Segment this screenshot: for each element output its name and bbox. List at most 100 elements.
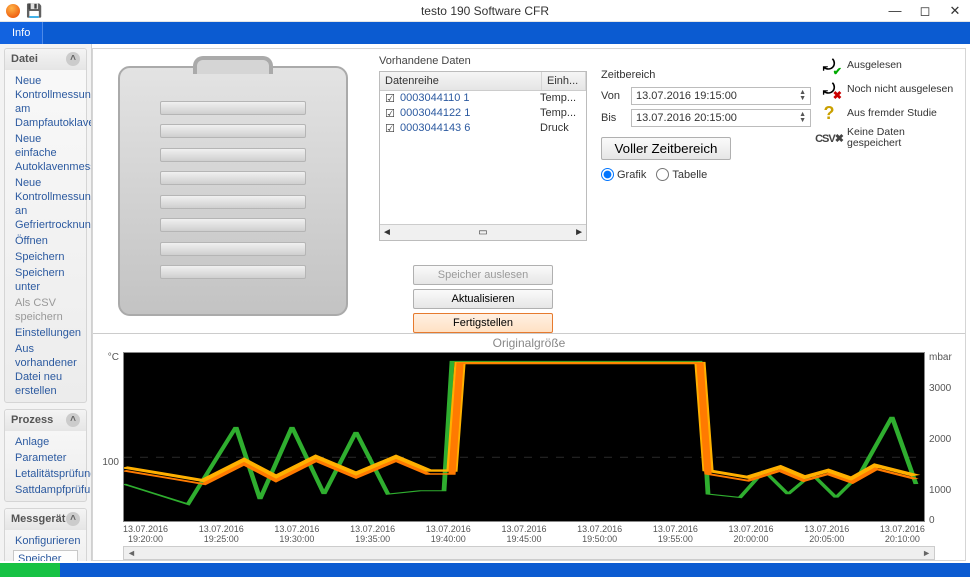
status-legend: ⤾Ausgelesen ⤾Noch nicht ausgelesen ?Aus …: [817, 55, 957, 333]
y-right-tick: 2000: [929, 434, 951, 445]
x-tick: 13.07.2016 19:25:00: [199, 524, 244, 544]
checkbox-icon[interactable]: ☑: [382, 107, 398, 120]
sidebar-item[interactable]: Als CSV speichern: [5, 295, 86, 325]
sidebar-item[interactable]: Einstellungen: [5, 325, 86, 341]
collapse-icon[interactable]: ˄: [66, 512, 80, 526]
x-tick: 13.07.2016 20:05:00: [804, 524, 849, 544]
sidebar-item[interactable]: Neue Kontrollmessung am Dampfautoklaven: [5, 73, 86, 131]
sidebar-item[interactable]: Parameter: [5, 450, 86, 466]
legend-nodata: Keine Daten gespeichert: [847, 127, 957, 149]
panel-datei-header[interactable]: Datei ˄: [5, 49, 86, 70]
from-value: 13.07.2016 19:15:00: [636, 90, 737, 102]
read-memory-button[interactable]: Speicher auslesen: [413, 265, 553, 285]
y-axis-right: mbar 3000 2000 1000 0: [925, 352, 963, 522]
sidebar-item[interactable]: Konfigurieren: [5, 533, 86, 549]
update-button[interactable]: Aktualisieren: [413, 289, 553, 309]
finish-button[interactable]: Fertigstellen: [413, 313, 553, 333]
collapse-icon[interactable]: ˄: [66, 413, 80, 427]
legend-read: Ausgelesen: [847, 60, 902, 71]
chart-plot[interactable]: [123, 352, 925, 522]
sidebar: Datei ˄ Neue Kontrollmessung am Dampfaut…: [0, 44, 92, 561]
sidebar-item[interactable]: Neue einfache Autoklavenmessung: [5, 131, 86, 175]
panel-messgeraet-header[interactable]: Messgerät ˄: [5, 509, 86, 530]
device-case-image: [93, 49, 373, 333]
radio-tabelle-input[interactable]: [656, 168, 669, 181]
collapse-icon[interactable]: ˄: [66, 52, 80, 66]
tab-info[interactable]: Info: [0, 22, 43, 44]
sidebar-item[interactable]: Letalitätsprüfung: [5, 466, 86, 482]
to-label: Bis: [601, 112, 625, 124]
full-range-button[interactable]: Voller Zeitbereich: [601, 137, 731, 160]
x-tick: 13.07.2016 19:30:00: [274, 524, 319, 544]
y-right-tick: 3000: [929, 383, 951, 394]
x-tick: 13.07.2016 19:50:00: [577, 524, 622, 544]
app-title: testo 190 Software CFR: [0, 4, 970, 18]
x-tick: 13.07.2016 19:35:00: [350, 524, 395, 544]
sidebar-item[interactable]: Sattdampfprüfung: [5, 482, 86, 498]
timerange-header: Zeitbereich: [601, 69, 811, 81]
legend-foreign: Aus fremder Studie: [847, 108, 937, 119]
data-grid[interactable]: Datenreihe Einh... ☑0003044110 1Temp...☑…: [379, 71, 587, 241]
content: Vorhandene Daten Datenreihe Einh... ☑000…: [92, 48, 966, 561]
serial-number: 0003044110 1: [398, 92, 540, 105]
table-row[interactable]: ☑0003044110 1Temp...: [380, 91, 586, 106]
statusbar: [0, 563, 970, 577]
panel-datei: Datei ˄ Neue Kontrollmessung am Dampfaut…: [4, 48, 87, 403]
checkbox-icon[interactable]: ☑: [382, 122, 398, 135]
x-tick: 13.07.2016 19:20:00: [123, 524, 168, 544]
panel-prozess-title: Prozess: [11, 414, 53, 426]
y-right-tick: 0: [929, 515, 935, 526]
sidebar-item[interactable]: Speicher auslesen: [13, 550, 78, 561]
serial-number: 0003044143 6: [398, 122, 540, 135]
progress-bar: [0, 563, 60, 577]
sidebar-item[interactable]: Neue Kontrollmessung an Gefriertrocknung…: [5, 175, 86, 233]
from-label: Von: [601, 90, 625, 102]
x-tick: 13.07.2016 20:10:00: [880, 524, 925, 544]
radio-grafik-input[interactable]: [601, 168, 614, 181]
panel-prozess: Prozess ˄ AnlageParameterLetalitätsprüfu…: [4, 409, 87, 502]
grid-hscroll[interactable]: ◄▭►: [380, 224, 586, 240]
sidebar-item[interactable]: Speichern: [5, 249, 86, 265]
serial-number: 0003044122 1: [398, 107, 540, 120]
x-tick: 13.07.2016 20:00:00: [729, 524, 774, 544]
spinner-icon[interactable]: ▲▼: [799, 90, 806, 102]
save-icon[interactable]: 💾: [26, 3, 42, 19]
spinner-icon[interactable]: ▲▼: [799, 112, 806, 124]
app-logo-icon: [6, 4, 20, 18]
y-right-unit: mbar: [929, 352, 952, 363]
table-row[interactable]: ☑0003044143 6Druck: [380, 121, 586, 136]
chart-hscroll[interactable]: ◄►: [123, 546, 935, 560]
legend-notread: Noch nicht ausgelesen: [847, 84, 953, 95]
minimize-button[interactable]: —: [880, 3, 910, 19]
from-datetime-input[interactable]: 13.07.2016 19:15:00 ▲▼: [631, 87, 811, 105]
to-value: 13.07.2016 20:15:00: [636, 112, 737, 124]
y-axis-left: °C 100: [95, 352, 123, 522]
maximize-button[interactable]: ◻: [910, 3, 940, 19]
data-section-header: Vorhandene Daten: [379, 55, 587, 67]
y-right-tick: 1000: [929, 485, 951, 496]
col-datenreihe[interactable]: Datenreihe: [380, 72, 542, 90]
panel-messgeraet: Messgerät ˄ KonfigurierenSpeicher ausles…: [4, 508, 87, 561]
checkbox-icon[interactable]: ☑: [382, 92, 398, 105]
close-button[interactable]: ✕: [940, 3, 970, 19]
table-row[interactable]: ☑0003044122 1Temp...: [380, 106, 586, 121]
x-tick: 13.07.2016 19:45:00: [501, 524, 546, 544]
radio-tabelle[interactable]: Tabelle: [656, 168, 707, 181]
sidebar-item[interactable]: Speichern unter: [5, 265, 86, 295]
y-left-tick: 100: [102, 457, 119, 468]
unit-cell: Druck: [540, 122, 584, 135]
panel-messgeraet-title: Messgerät: [11, 513, 65, 525]
sidebar-item[interactable]: Öffnen: [5, 233, 86, 249]
radio-grafik[interactable]: Grafik: [601, 168, 646, 181]
foreign-icon: ?: [817, 103, 841, 123]
read-icon: ⤾: [817, 55, 841, 75]
panel-prozess-header[interactable]: Prozess ˄: [5, 410, 86, 431]
sidebar-item[interactable]: Aus vorhandener Datei neu erstellen: [5, 341, 86, 399]
sidebar-item[interactable]: Anlage: [5, 434, 86, 450]
unit-cell: Temp...: [540, 92, 584, 105]
to-datetime-input[interactable]: 13.07.2016 20:15:00 ▲▼: [631, 109, 811, 127]
y-left-unit: °C: [108, 352, 119, 363]
col-einheit[interactable]: Einh...: [542, 72, 586, 90]
x-axis: 13.07.2016 19:20:00 13.07.2016 19:25:00 13…: [123, 522, 925, 544]
chart-title: Originalgröße: [95, 334, 963, 352]
